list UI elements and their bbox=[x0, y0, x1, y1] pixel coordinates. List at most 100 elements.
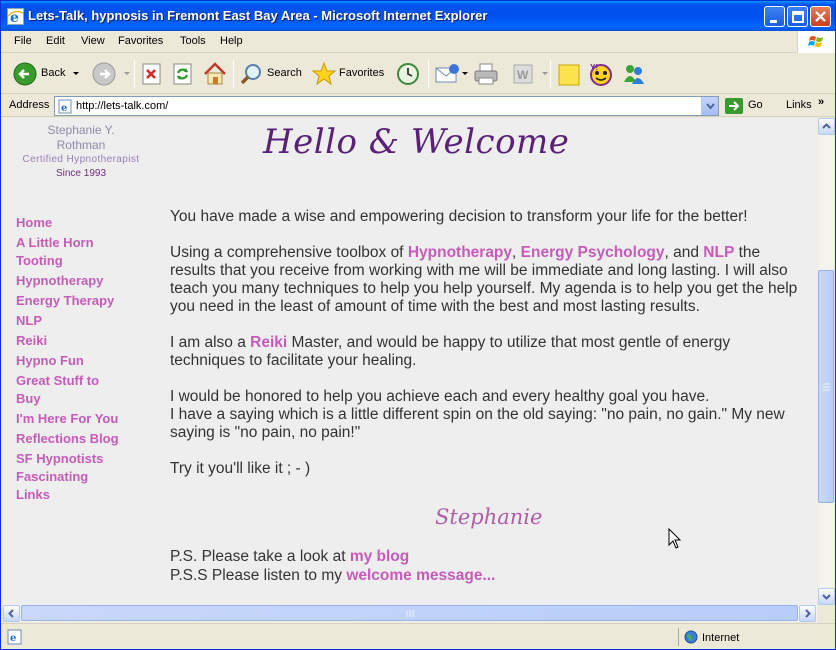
go-button[interactable] bbox=[725, 98, 743, 114]
nav-buy[interactable]: Buy bbox=[16, 390, 146, 408]
address-url[interactable]: http://lets-talk.com/ bbox=[76, 100, 168, 112]
scroll-up-button[interactable] bbox=[818, 118, 835, 135]
menu-file[interactable]: File bbox=[14, 35, 32, 47]
scroll-right-button[interactable] bbox=[799, 605, 816, 622]
minimize-button[interactable] bbox=[764, 6, 785, 27]
menu-view[interactable]: View bbox=[81, 35, 105, 47]
nav-reiki[interactable]: Reiki bbox=[16, 332, 146, 350]
link-reiki[interactable]: Reiki bbox=[250, 334, 287, 351]
close-button[interactable] bbox=[810, 6, 831, 27]
back-icon bbox=[13, 62, 37, 86]
home-icon bbox=[204, 62, 226, 85]
svg-text:e: e bbox=[61, 103, 67, 114]
nav-hypnotherapy[interactable]: Hypnotherapy bbox=[16, 272, 146, 290]
back-dropdown-icon[interactable] bbox=[73, 72, 79, 75]
honored-paragraph: I would be honored to help you achieve e… bbox=[170, 388, 800, 442]
history-button[interactable] bbox=[396, 62, 420, 91]
status-separator bbox=[678, 628, 679, 646]
text: Using a comprehensive toolbox of bbox=[170, 244, 408, 261]
favorites-label[interactable]: Favorites bbox=[339, 67, 384, 79]
nav-nlp[interactable]: NLP bbox=[16, 312, 146, 330]
vertical-scroll-thumb[interactable] bbox=[818, 270, 834, 503]
svg-text:e: e bbox=[10, 633, 16, 644]
page-icon: e bbox=[58, 99, 72, 114]
edit-word-icon: W bbox=[513, 64, 533, 84]
nav-hypno-fun[interactable]: Hypno Fun bbox=[16, 352, 146, 370]
stop-button[interactable] bbox=[141, 63, 163, 90]
link-energy-psychology[interactable]: Energy Psychology bbox=[521, 244, 665, 261]
address-dropdown-button[interactable] bbox=[701, 97, 718, 115]
nav-im-here-for-you[interactable]: I'm Here For You bbox=[16, 410, 146, 428]
nav-a-little-horn[interactable]: A Little Horn bbox=[16, 234, 146, 252]
scroll-left-button[interactable] bbox=[3, 605, 20, 622]
scroll-down-button[interactable] bbox=[818, 588, 835, 605]
title-bar[interactable]: e Lets-Talk, hypnosis in Fremont East Ba… bbox=[1, 1, 835, 31]
toolbar-separator bbox=[233, 60, 234, 88]
maximize-button[interactable] bbox=[787, 6, 808, 27]
search-label[interactable]: Search bbox=[267, 67, 302, 79]
menu-edit[interactable]: Edit bbox=[46, 35, 65, 47]
mail-button[interactable] bbox=[434, 62, 460, 91]
mail-dropdown-icon[interactable] bbox=[462, 72, 468, 75]
nav-home[interactable]: Home bbox=[16, 214, 146, 232]
link-hypnotherapy[interactable]: Hypnotherapy bbox=[408, 244, 512, 261]
link-my-blog[interactable]: my blog bbox=[350, 548, 409, 565]
favorites-button[interactable] bbox=[311, 61, 337, 92]
page-status-icon: e bbox=[7, 629, 22, 645]
toolbar-separator bbox=[550, 60, 551, 88]
page-viewport: Stephanie Y. Rothman Certified Hypnother… bbox=[3, 118, 817, 605]
postscript: P.S. Please take a look at my blog P.S.S… bbox=[170, 547, 495, 585]
security-zone-label: Internet bbox=[702, 632, 740, 644]
scrollbar-corner bbox=[817, 605, 834, 622]
nav-sf-hypnotists[interactable]: SF Hypnotists bbox=[16, 450, 146, 468]
msn-messenger-button[interactable] bbox=[621, 62, 647, 91]
main-content: You have made a wise and empowering deci… bbox=[170, 208, 800, 496]
nav-tooting[interactable]: Tooting bbox=[16, 252, 146, 270]
go-label[interactable]: Go bbox=[748, 99, 763, 111]
notes-button[interactable] bbox=[557, 63, 581, 92]
status-bar: e Internet bbox=[1, 623, 835, 649]
menu-help[interactable]: Help bbox=[220, 35, 243, 47]
nav-energy-therapy[interactable]: Energy Therapy bbox=[16, 292, 146, 310]
back-button[interactable] bbox=[13, 62, 37, 91]
edit-dropdown-icon[interactable] bbox=[542, 72, 548, 75]
nav-fascinating[interactable]: Fascinating bbox=[16, 468, 146, 486]
print-icon bbox=[474, 63, 498, 85]
yahoo-messenger-button[interactable]: Y! bbox=[588, 61, 614, 92]
address-input[interactable]: e http://lets-talk.com/ bbox=[54, 96, 719, 116]
ie-logo-icon: e bbox=[7, 8, 24, 25]
links-chevron-icon[interactable]: » bbox=[818, 96, 824, 108]
forward-button[interactable] bbox=[92, 62, 116, 91]
links-label[interactable]: Links bbox=[786, 99, 812, 111]
menu-favorites[interactable]: Favorites bbox=[118, 35, 163, 47]
chevron-right-icon bbox=[805, 609, 811, 618]
brand-name-line2: Rothman bbox=[56, 138, 106, 152]
link-welcome-message[interactable]: welcome message... bbox=[346, 567, 495, 584]
text: , bbox=[512, 244, 521, 261]
search-button[interactable] bbox=[240, 62, 264, 91]
menu-tools[interactable]: Tools bbox=[180, 35, 206, 47]
text: P.S. Please take a look at bbox=[170, 548, 350, 565]
horizontal-scrollbar[interactable] bbox=[3, 605, 817, 622]
nav-great-stuff-to[interactable]: Great Stuff to bbox=[16, 372, 146, 390]
toolbar-separator bbox=[428, 60, 429, 88]
window-title: Lets-Talk, hypnosis in Fremont East Bay … bbox=[28, 8, 488, 23]
home-button[interactable] bbox=[202, 61, 228, 92]
favorites-star-icon bbox=[311, 61, 337, 86]
back-label[interactable]: Back bbox=[41, 67, 65, 79]
chevron-down-icon bbox=[822, 594, 831, 600]
link-nlp[interactable]: NLP bbox=[703, 244, 734, 261]
vertical-scrollbar[interactable] bbox=[817, 118, 835, 605]
refresh-button[interactable] bbox=[172, 63, 194, 90]
svg-text:W: W bbox=[517, 68, 529, 82]
try-it-line: Try it you'll like it ; - ) bbox=[170, 460, 311, 477]
print-button[interactable] bbox=[473, 61, 499, 92]
text: P.S.S Please listen to my bbox=[170, 567, 347, 584]
horizontal-scroll-thumb[interactable] bbox=[21, 605, 798, 621]
nav-links[interactable]: Links bbox=[16, 486, 146, 504]
site-nav: Home A Little Horn Tooting Hypnotherapy … bbox=[16, 214, 146, 506]
nav-reflections-blog[interactable]: Reflections Blog bbox=[16, 430, 146, 448]
edit-button[interactable]: W bbox=[511, 62, 535, 91]
forward-dropdown-icon[interactable] bbox=[124, 72, 130, 75]
refresh-icon bbox=[173, 63, 192, 85]
